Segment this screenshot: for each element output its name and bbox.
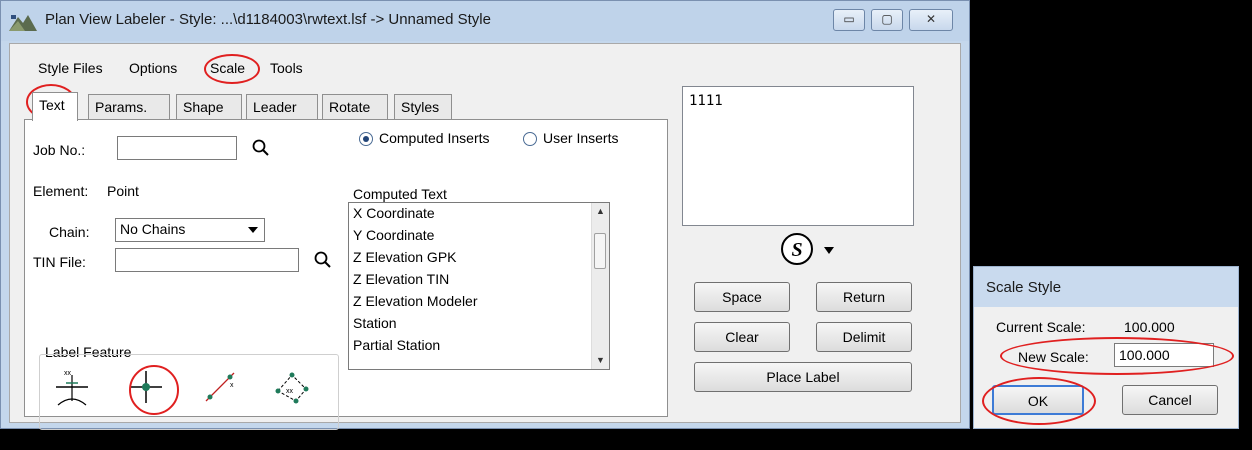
tin-search-icon[interactable]: [313, 250, 333, 270]
job-no-input[interactable]: [117, 136, 237, 160]
dialog-title: Scale Style: [986, 279, 1062, 296]
tab-shape[interactable]: Shape: [176, 94, 242, 120]
tab-leader[interactable]: Leader: [246, 94, 318, 120]
computed-inserts-label: Computed Inserts: [379, 130, 490, 146]
minimize-icon: ▭: [843, 12, 855, 26]
plan-view-labeler-window: Plan View Labeler - Style: ...\d1184003\…: [0, 0, 970, 450]
scroll-down-icon[interactable]: ▼: [592, 352, 609, 369]
cancel-button[interactable]: Cancel: [1122, 385, 1218, 415]
computed-text-list[interactable]: X Coordinate Y Coordinate Z Elevation GP…: [348, 202, 610, 370]
chain-select[interactable]: No Chains: [115, 218, 265, 242]
status-text: Not Available: [353, 434, 441, 450]
symbol-dropdown-icon[interactable]: [824, 247, 834, 254]
chevron-down-icon: [248, 227, 258, 233]
tab-styles[interactable]: Styles: [394, 94, 452, 120]
scroll-thumb[interactable]: [594, 233, 606, 269]
computed-text-label: Computed Text: [353, 186, 447, 202]
element-label: Element:: [33, 183, 89, 199]
user-inserts-radio[interactable]: [523, 132, 537, 146]
point-feature-annotation: [129, 365, 179, 415]
list-item[interactable]: Z Elevation TIN: [353, 271, 449, 287]
feature-area-icon[interactable]: xx: [272, 367, 312, 407]
minimize-button[interactable]: ▭: [833, 9, 865, 31]
label-feature-group: xx x xx: [39, 354, 339, 430]
tab-text[interactable]: Text: [32, 92, 78, 121]
computed-inserts-radio[interactable]: [359, 132, 373, 146]
delimit-button[interactable]: Delimit: [816, 322, 912, 352]
job-no-label: Job No.:: [33, 142, 86, 158]
list-item[interactable]: Y Coordinate: [353, 227, 434, 243]
clear-button[interactable]: Clear: [694, 322, 790, 352]
menu-tools[interactable]: Tools: [270, 60, 303, 76]
current-scale-label: Current Scale:: [996, 319, 1086, 335]
list-scrollbar[interactable]: ▲ ▼: [591, 203, 609, 369]
return-button[interactable]: Return: [816, 282, 912, 312]
label-preview-textbox[interactable]: 1111: [682, 86, 914, 226]
svg-text:xx: xx: [286, 388, 294, 395]
list-item[interactable]: Z Elevation Modeler: [353, 293, 478, 309]
list-item[interactable]: Partial Station: [353, 337, 440, 353]
menu-bar: Style Files Options Scale Tools: [10, 44, 960, 86]
app-icon: [9, 15, 37, 31]
feature-line-icon[interactable]: x: [200, 367, 240, 407]
tin-file-label: TIN File:: [33, 254, 86, 270]
current-scale-value: 100.000: [1124, 319, 1175, 335]
chain-label: Chain:: [49, 224, 90, 240]
element-value: Point: [107, 183, 139, 199]
svg-text:xx: xx: [64, 370, 72, 377]
place-label-button[interactable]: Place Label: [694, 362, 912, 392]
dialog-title-bar[interactable]: Scale Style: [974, 267, 1238, 307]
close-button[interactable]: ✕: [909, 9, 953, 31]
scale-style-dialog: Scale Style Current Scale: 100.000 New S…: [973, 266, 1239, 429]
window-title: Plan View Labeler - Style: ...\d1184003\…: [45, 11, 491, 28]
maximize-button[interactable]: ▢: [871, 9, 903, 31]
tin-file-input[interactable]: [115, 248, 299, 272]
symbol-glyph: S: [791, 239, 802, 261]
close-icon: ✕: [925, 12, 937, 26]
job-search-icon[interactable]: [251, 138, 271, 158]
tab-rotate[interactable]: Rotate: [322, 94, 388, 120]
maximize-icon: ▢: [881, 12, 893, 26]
menu-style-files[interactable]: Style Files: [38, 60, 103, 76]
ok-button-annotation: [982, 377, 1096, 425]
list-item[interactable]: Z Elevation GPK: [353, 249, 457, 265]
svg-text:x: x: [230, 382, 234, 389]
tab-params[interactable]: Params.: [88, 94, 170, 120]
chain-value: No Chains: [120, 221, 186, 237]
scroll-up-icon[interactable]: ▲: [592, 203, 609, 220]
client-area: Style Files Options Scale Tools Text Par…: [9, 43, 961, 450]
title-bar[interactable]: Plan View Labeler - Style: ...\d1184003\…: [1, 1, 969, 41]
user-inserts-label: User Inserts: [543, 130, 619, 146]
symbol-s-icon[interactable]: S: [780, 232, 814, 266]
list-item[interactable]: X Coordinate: [353, 205, 435, 221]
feature-cross-icon[interactable]: xx: [52, 367, 92, 407]
menu-options[interactable]: Options: [129, 60, 177, 76]
new-scale-annotation: [1000, 337, 1234, 375]
space-button[interactable]: Space: [694, 282, 790, 312]
list-item[interactable]: Station: [353, 315, 397, 331]
scale-menu-annotation: [204, 54, 260, 84]
